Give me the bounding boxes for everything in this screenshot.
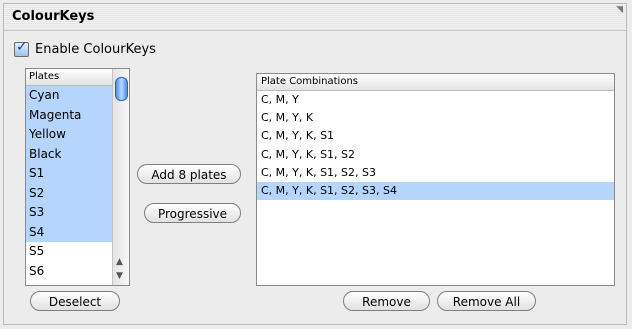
plate-item[interactable]: S5 <box>26 242 114 262</box>
plates-scrollbar[interactable]: ▲ ▼ <box>112 69 129 285</box>
plate-combinations-header[interactable]: Plate Combinations <box>257 74 614 91</box>
scroll-up-arrow-icon[interactable]: ▲ <box>116 257 123 267</box>
enable-colourkeys-row[interactable]: ✓ Enable ColourKeys <box>14 39 156 57</box>
add-plates-button[interactable]: Add 8 plates <box>137 164 241 184</box>
plate-item[interactable]: S3 <box>26 203 114 223</box>
combination-item[interactable]: C, M, Y, K, S1, S2 <box>257 146 614 164</box>
title-bar: ColourKeys ◥ <box>4 4 626 31</box>
deselect-button[interactable]: Deselect <box>30 291 120 311</box>
remove-all-button[interactable]: Remove All <box>437 291 536 311</box>
plate-item[interactable]: Cyan <box>26 86 114 106</box>
scroll-down-arrow-icon[interactable]: ▼ <box>116 271 123 281</box>
scroll-thumb[interactable] <box>115 77 128 101</box>
plate-item[interactable]: S4 <box>26 222 114 242</box>
combination-item[interactable]: C, M, Y, K, S1, S2, S3, S4 <box>257 181 614 201</box>
plate-item[interactable]: Magenta <box>26 105 114 125</box>
combination-item[interactable]: C, M, Y, K, S1 <box>257 127 614 145</box>
panel-title: ColourKeys <box>12 9 95 24</box>
plates-list-box[interactable]: Plates Cyan Magenta Yellow Black S1 S2 S3 S4 S5 S… <box>25 68 130 286</box>
plate-item[interactable]: S2 <box>26 183 114 203</box>
enable-colourkeys-checkbox[interactable]: ✓ <box>14 39 29 57</box>
plate-item[interactable]: S6 <box>26 262 114 282</box>
remove-button[interactable]: Remove <box>343 291 430 311</box>
resize-corner-icon[interactable]: ◥ <box>616 5 623 15</box>
combination-item[interactable]: C, M, Y, K <box>257 109 614 127</box>
plate-combinations-list[interactable]: C, M, Y C, M, Y, K C, M, Y, K, S1 C, M, Y, … <box>257 91 614 201</box>
plate-item[interactable]: Yellow <box>26 125 114 145</box>
enable-colourkeys-label: Enable ColourKeys <box>35 42 156 57</box>
plate-combinations-box[interactable]: Plate Combinations C, M, Y C, M, Y, K C, M… <box>256 73 615 286</box>
plate-item[interactable]: S1 <box>26 164 114 184</box>
colourkeys-panel: ColourKeys ◥ ✓ Enable ColourKeys Plates … <box>3 3 627 325</box>
checkmark-icon: ✓ <box>16 39 28 55</box>
plate-item[interactable]: Black <box>26 144 114 164</box>
combination-item[interactable]: C, M, Y <box>257 91 614 109</box>
combination-item[interactable]: C, M, Y, K, S1, S2, S3 <box>257 164 614 182</box>
progressive-button[interactable]: Progressive <box>144 203 241 223</box>
plates-list[interactable]: Cyan Magenta Yellow Black S1 S2 S3 S4 S5 S6 <box>26 86 114 281</box>
